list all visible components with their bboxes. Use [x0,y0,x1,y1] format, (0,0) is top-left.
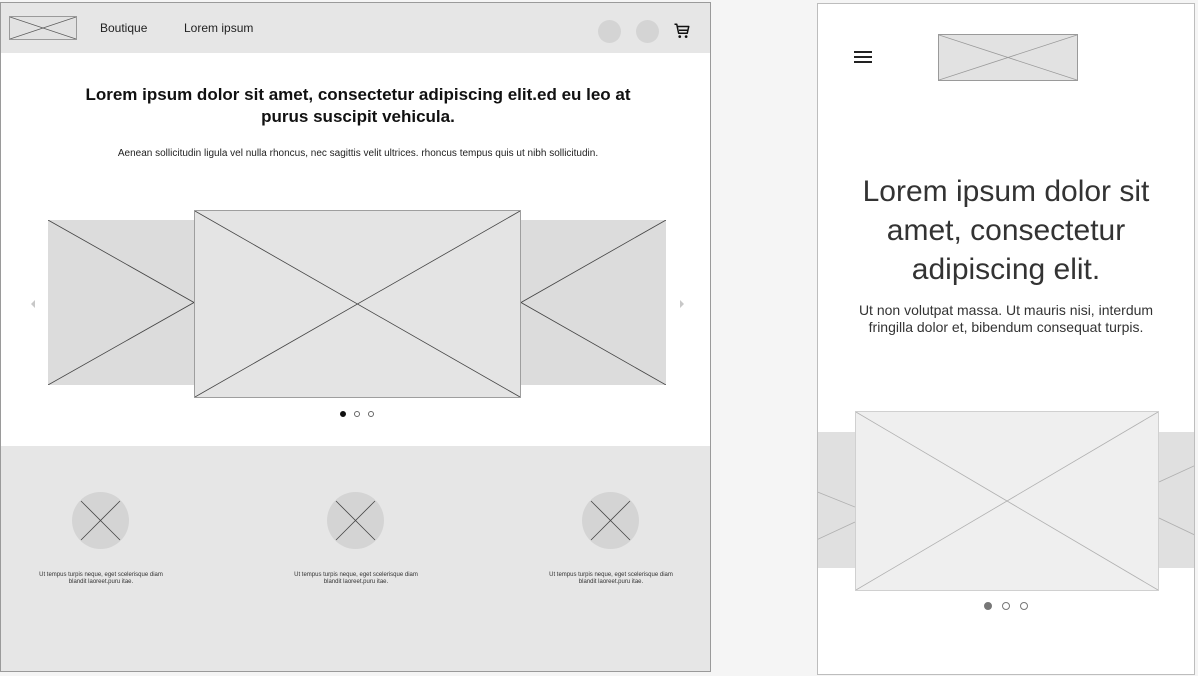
placeholder-cross-icon [1159,465,1194,536]
carousel-dot[interactable] [984,602,992,610]
placeholder-cross-icon [80,500,121,541]
carousel-dot[interactable] [1002,602,1010,610]
user-circle-icon[interactable] [598,20,621,43]
feature-image-placeholder [582,492,639,549]
carousel-dot[interactable] [340,411,346,417]
carousel-slide-next[interactable] [521,220,666,385]
hamburger-menu-icon[interactable] [854,51,872,64]
carousel-dot[interactable] [1020,602,1028,610]
placeholder-cross-icon [521,220,666,385]
logo-placeholder[interactable] [9,16,77,40]
carousel-slide-current[interactable] [194,210,521,398]
placeholder-cross-icon [590,500,631,541]
features-section: Ut tempus turpis neque, eget scelerisque… [1,446,710,671]
carousel-slide-next[interactable] [1159,432,1194,568]
desktop-wireframe: Boutique Lorem ipsum Lorem ipsum dolor s… [0,2,711,672]
placeholder-cross-icon [10,17,76,39]
feature-text: Ut tempus turpis neque, eget scelerisque… [39,572,163,585]
placeholder-cross-icon [335,500,376,541]
nav-link-boutique[interactable]: Boutique [100,21,147,35]
placeholder-cross-icon [48,220,194,385]
carousel-dot[interactable] [368,411,374,417]
logo-placeholder[interactable] [938,34,1078,81]
carousel-slide-current[interactable] [855,411,1159,591]
feature-image-placeholder [327,492,384,549]
hero-text: Ut non volutpat massa. Ut mauris nisi, i… [858,302,1154,335]
feature-image-placeholder [72,492,129,549]
feature-text: Ut tempus turpis neque, eget scelerisque… [549,572,673,585]
placeholder-cross-icon [818,491,855,540]
placeholder-cross-icon [195,211,520,397]
carousel-slide-prev[interactable] [818,432,855,568]
shopping-cart-icon[interactable] [673,22,691,40]
hero-title: Lorem ipsum dolor sit amet, consectetur … [85,85,631,126]
user-circle-icon[interactable] [636,20,659,43]
feature-text: Ut tempus turpis neque, eget scelerisque… [294,572,418,585]
carousel-pagination [984,602,1028,610]
nav-link-lorem-ipsum[interactable]: Lorem ipsum [184,21,253,35]
desktop-navbar: Boutique Lorem ipsum [1,3,710,53]
placeholder-cross-icon [939,35,1077,80]
placeholder-cross-icon [856,412,1158,590]
carousel-slide-prev[interactable] [48,220,194,385]
hero-title: Lorem ipsum dolor sit amet, consectetur … [862,175,1150,286]
carousel-pagination [340,411,374,417]
carousel-dot[interactable] [354,411,360,417]
carousel-prev-arrow-icon[interactable] [31,300,35,308]
mobile-wireframe: Lorem ipsum dolor sit amet, consectetur … [817,3,1195,675]
carousel-next-arrow-icon[interactable] [680,300,684,308]
hero-text: Aenean sollicitudin ligula vel nulla rho… [117,148,599,159]
